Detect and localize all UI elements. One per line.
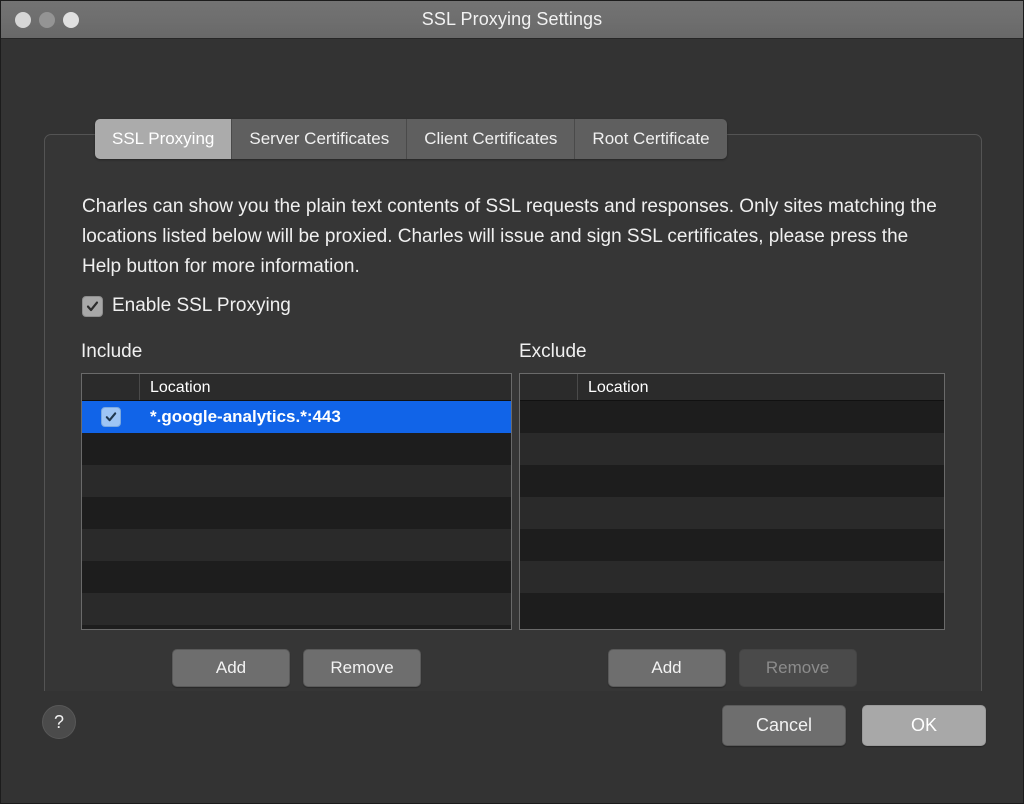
table-row-empty[interactable] bbox=[82, 593, 511, 625]
include-location-table[interactable]: Location bbox=[81, 373, 512, 630]
table-row-empty[interactable] bbox=[82, 497, 511, 529]
minimize-window-icon[interactable] bbox=[39, 12, 55, 28]
window-title: SSL Proxying Settings bbox=[1, 9, 1023, 30]
exclude-list-title: Exclude bbox=[519, 341, 945, 363]
include-add-button[interactable]: Add bbox=[172, 649, 290, 687]
checkbox-checked-icon bbox=[101, 407, 121, 427]
table-row-empty[interactable] bbox=[520, 497, 944, 529]
tab-ssl-proxying[interactable]: SSL Proxying bbox=[95, 119, 232, 159]
table-row-empty[interactable] bbox=[520, 401, 944, 433]
include-row-checkbox-cell[interactable] bbox=[82, 407, 140, 427]
checkbox-checked-icon bbox=[82, 296, 103, 317]
window-titlebar: SSL Proxying Settings bbox=[1, 1, 1023, 39]
help-button[interactable]: ? bbox=[42, 705, 76, 739]
include-list-buttons: Add Remove bbox=[81, 649, 512, 687]
include-list-section: Include Location bbox=[81, 341, 512, 687]
dialog-action-buttons: Cancel OK bbox=[722, 705, 986, 746]
enable-ssl-proxying-label: Enable SSL Proxying bbox=[112, 295, 291, 317]
exclude-header-location: Location bbox=[578, 374, 944, 401]
dialog-footer: ? Cancel OK bbox=[1, 691, 1023, 803]
ssl-proxying-panel: Charles can show you the plain text cont… bbox=[44, 134, 982, 730]
table-row-empty[interactable] bbox=[520, 465, 944, 497]
include-table-body: *.google-analytics.*:443 bbox=[82, 401, 511, 625]
panel-description: Charles can show you the plain text cont… bbox=[82, 192, 942, 282]
tab-bar: SSL Proxying Server Certificates Client … bbox=[95, 119, 727, 159]
table-row-empty[interactable] bbox=[520, 529, 944, 561]
tab-client-certificates[interactable]: Client Certificates bbox=[407, 119, 575, 159]
exclude-table-header: Location bbox=[520, 374, 944, 401]
exclude-add-button[interactable]: Add bbox=[608, 649, 726, 687]
exclude-location-table[interactable]: Location bbox=[519, 373, 945, 630]
table-row-empty[interactable] bbox=[82, 529, 511, 561]
ssl-proxying-settings-window: SSL Proxying Settings SSL Proxying Serve… bbox=[0, 0, 1024, 804]
window-content: SSL Proxying Server Certificates Client … bbox=[1, 39, 1023, 803]
include-list-title: Include bbox=[81, 341, 512, 363]
table-row-empty[interactable] bbox=[520, 593, 944, 625]
zoom-window-icon[interactable] bbox=[63, 12, 79, 28]
include-header-checkbox-column bbox=[82, 374, 140, 400]
cancel-button[interactable]: Cancel bbox=[722, 705, 846, 746]
exclude-remove-button: Remove bbox=[739, 649, 857, 687]
tab-root-certificate[interactable]: Root Certificate bbox=[575, 119, 726, 159]
include-row-location: *.google-analytics.*:443 bbox=[140, 407, 511, 427]
table-row-empty[interactable] bbox=[82, 433, 511, 465]
table-row[interactable]: *.google-analytics.*:443 bbox=[82, 401, 511, 433]
ok-button[interactable]: OK bbox=[862, 705, 986, 746]
include-remove-button[interactable]: Remove bbox=[303, 649, 421, 687]
include-table-header: Location bbox=[82, 374, 511, 401]
exclude-list-buttons: Add Remove bbox=[519, 649, 945, 687]
table-row-empty[interactable] bbox=[82, 561, 511, 593]
enable-ssl-proxying-checkbox[interactable]: Enable SSL Proxying bbox=[82, 295, 291, 317]
tab-server-certificates[interactable]: Server Certificates bbox=[232, 119, 407, 159]
table-row-empty[interactable] bbox=[520, 433, 944, 465]
include-header-location: Location bbox=[140, 374, 511, 401]
exclude-table-body bbox=[520, 401, 944, 625]
close-window-icon[interactable] bbox=[15, 12, 31, 28]
traffic-lights bbox=[15, 12, 79, 28]
exclude-list-section: Exclude Location bbox=[519, 341, 945, 687]
exclude-header-checkbox-column bbox=[520, 374, 578, 400]
table-row-empty[interactable] bbox=[82, 465, 511, 497]
table-row-empty[interactable] bbox=[520, 561, 944, 593]
